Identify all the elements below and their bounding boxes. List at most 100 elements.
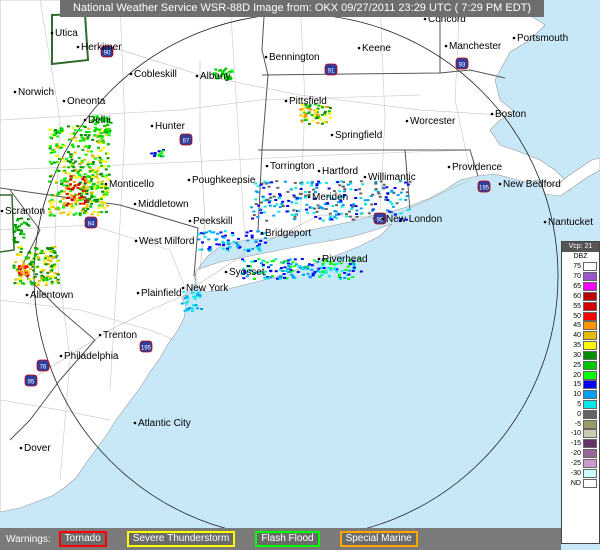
echo-cell xyxy=(52,275,56,278)
header-title: National Weather Service WSR-88D Image f… xyxy=(60,0,544,17)
echo-cell xyxy=(81,149,85,151)
echo-cell xyxy=(16,229,20,231)
echo-cell xyxy=(57,208,61,211)
city-label: Boston xyxy=(495,109,526,120)
echo-cell xyxy=(313,259,317,262)
echo-cell xyxy=(64,172,68,175)
echo-cell xyxy=(161,155,165,158)
echo-cell xyxy=(71,146,75,149)
echo-cell xyxy=(57,191,61,194)
echo-cell xyxy=(290,213,294,216)
echo-cell xyxy=(286,205,290,207)
city-marker xyxy=(260,231,264,235)
city-label: New Bedford xyxy=(503,179,561,190)
echo-cell xyxy=(388,200,392,203)
legend-level: 5 xyxy=(562,400,599,410)
echo-cell xyxy=(83,173,87,176)
legend-swatch xyxy=(583,409,597,419)
city-label: Willimantic xyxy=(368,172,416,183)
echo-cell xyxy=(20,223,24,226)
echo-cell xyxy=(324,271,328,274)
city-label: Providence xyxy=(452,162,502,173)
echo-cell xyxy=(40,274,44,277)
echo-cell xyxy=(69,175,73,178)
echo-cell xyxy=(254,239,258,242)
echo-cell xyxy=(338,184,342,187)
echo-cell xyxy=(203,235,207,238)
echo-cell xyxy=(299,197,303,200)
echo-cell xyxy=(335,270,339,273)
legend-swatch xyxy=(583,311,597,321)
legend-level: 35 xyxy=(562,341,599,351)
echo-cell xyxy=(42,279,46,282)
echo-cell xyxy=(79,166,83,169)
echo-cell xyxy=(250,206,254,209)
echo-cell xyxy=(56,273,60,276)
echo-cell xyxy=(90,202,94,205)
echo-cell xyxy=(48,248,52,250)
legend-swatch xyxy=(583,350,597,360)
echo-cell xyxy=(257,204,261,207)
echo-cell xyxy=(292,276,296,279)
echo-cell xyxy=(60,182,64,185)
echo-cell xyxy=(294,202,298,205)
city-label: Cobleskill xyxy=(134,69,177,80)
echo-cell xyxy=(32,269,36,272)
echo-cell xyxy=(62,184,66,187)
echo-cell xyxy=(100,180,104,183)
echo-cell xyxy=(72,180,76,183)
city-label: Hartford xyxy=(322,166,358,177)
echo-cell xyxy=(405,195,409,197)
warning-flash-flood[interactable]: Flash Flood xyxy=(255,531,320,547)
echo-cell xyxy=(278,197,281,200)
echo-cell xyxy=(32,257,36,260)
echo-cell xyxy=(98,135,102,137)
legend-level: 20 xyxy=(562,370,599,380)
warning-severe-thunderstorm[interactable]: Severe Thunderstorm xyxy=(126,531,236,547)
city-marker xyxy=(195,74,199,78)
echo-cell xyxy=(302,110,306,113)
warning-special-marine[interactable]: Special Marine xyxy=(339,531,418,547)
echo-cell xyxy=(258,249,262,252)
legend-level-label: 50 xyxy=(573,312,581,320)
echo-cell xyxy=(92,182,96,185)
echo-cell xyxy=(48,128,52,131)
echo-cell xyxy=(293,258,297,261)
echo-cell xyxy=(324,114,328,117)
legend-level-label: 35 xyxy=(573,342,581,350)
echo-cell xyxy=(60,130,64,132)
echo-cell xyxy=(24,256,28,259)
echo-cell xyxy=(186,297,190,300)
echo-cell xyxy=(44,281,48,284)
echo-cell xyxy=(190,310,194,312)
echo-cell xyxy=(48,175,52,178)
echo-cell xyxy=(20,217,24,220)
echo-cell xyxy=(197,238,201,241)
echo-cell xyxy=(34,248,38,251)
echo-cell xyxy=(306,211,310,214)
echo-cell xyxy=(274,199,278,201)
echo-cell xyxy=(47,259,51,262)
echo-cell xyxy=(70,137,74,140)
echo-cell xyxy=(86,208,90,210)
echo-cell xyxy=(359,192,363,195)
echo-cell xyxy=(258,208,262,211)
echo-cell xyxy=(293,218,296,221)
echo-cell xyxy=(335,217,338,220)
echo-cell xyxy=(16,282,20,285)
echo-cell xyxy=(74,176,78,179)
echo-cell xyxy=(249,230,253,232)
echo-cell xyxy=(49,202,53,205)
echo-cell xyxy=(320,113,324,116)
echo-cell xyxy=(66,160,70,163)
echo-cell xyxy=(393,187,397,189)
warning-tornado[interactable]: Tornado xyxy=(58,531,107,547)
echo-cell xyxy=(349,180,353,183)
echo-cell xyxy=(28,278,31,281)
echo-cell xyxy=(69,183,72,186)
echo-cell xyxy=(14,261,18,264)
echo-cell xyxy=(293,265,297,267)
echo-cell xyxy=(316,260,319,263)
echo-cell xyxy=(250,234,254,237)
echo-cell xyxy=(71,165,75,168)
